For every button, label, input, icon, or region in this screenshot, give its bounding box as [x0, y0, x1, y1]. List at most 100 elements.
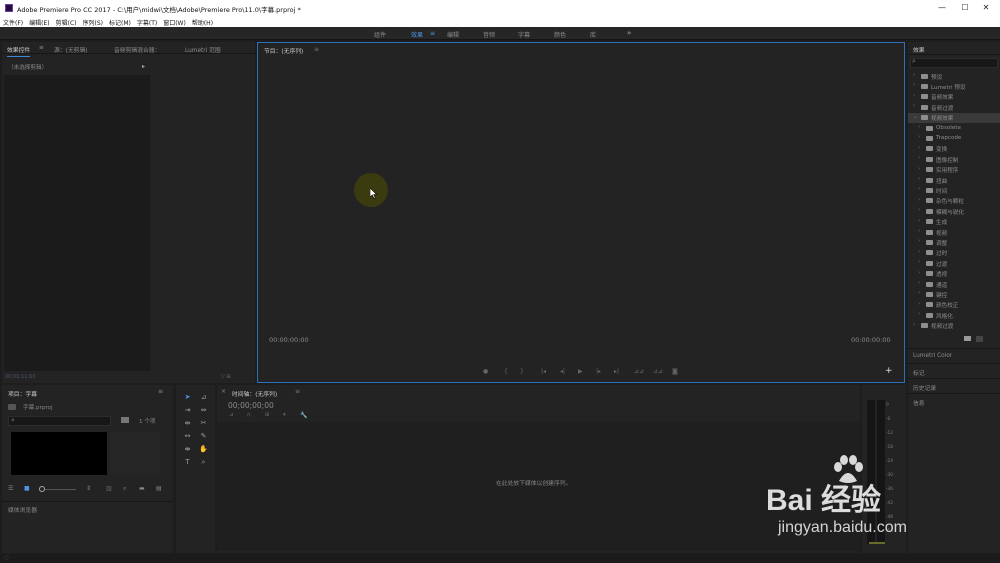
chevron-right-icon[interactable]: › — [918, 311, 920, 317]
razor-tool-icon[interactable]: ✂ — [199, 419, 208, 428]
timeline-settings-icon[interactable]: 🔧 — [300, 412, 307, 419]
effects-tree-item[interactable]: › 模糊与锐化 — [908, 206, 1000, 216]
project-menu-icon[interactable]: ≡ — [158, 388, 163, 395]
chevron-down-icon[interactable]: ⌄ — [913, 114, 918, 120]
tab-lumetri-scopes[interactable]: Lumetri 范围 — [185, 45, 221, 54]
mark-in-icon[interactable]: { — [504, 368, 508, 375]
chevron-right-icon[interactable]: › — [918, 207, 920, 213]
add-marker-timeline-icon[interactable]: ▾ — [283, 412, 286, 418]
menu-window[interactable]: 窗口(W) — [160, 16, 189, 27]
effects-tree-item[interactable]: › 音频效果 — [908, 92, 1000, 102]
section-info[interactable]: 信息 — [908, 393, 1000, 408]
chevron-right-icon[interactable]: › — [918, 301, 920, 307]
menu-title[interactable]: 字幕(T) — [134, 16, 160, 27]
effects-tree-item[interactable]: › Obsolete — [908, 123, 1000, 133]
effects-tree-item[interactable]: ⌄ 视频效果 — [908, 112, 1000, 123]
icon-view-icon[interactable]: ■ — [24, 485, 30, 492]
effects-tree-item[interactable]: › 预设 — [908, 71, 1000, 81]
chevron-right-icon[interactable]: › — [918, 280, 920, 286]
chevron-right-icon[interactable]: › — [918, 249, 920, 255]
rolling-edit-tool-icon[interactable]: ⇔ — [199, 406, 208, 415]
effects-tree-item[interactable]: › 透视 — [908, 269, 1000, 279]
effects-tree-item[interactable]: › 视频过渡 — [908, 321, 1000, 331]
effects-tree-item[interactable]: › 颜色校正 — [908, 300, 1000, 310]
chevron-right-icon[interactable]: › — [918, 155, 920, 161]
sort-icon[interactable]: ⇕ — [86, 485, 91, 492]
lift-icon[interactable]: ⊿⊿ — [634, 368, 644, 375]
effects-tree-item[interactable]: › 风格化 — [908, 310, 1000, 320]
effects-tree-item[interactable]: › 杂色与颗粒 — [908, 196, 1000, 206]
effects-tree-item[interactable]: › 通道 — [908, 279, 1000, 289]
tab-source[interactable]: 源：(无剪辑) — [54, 45, 88, 54]
zoom-slider[interactable] — [40, 489, 76, 490]
workspace-overflow-icon[interactable]: » — [627, 29, 631, 37]
expand-arrow-icon[interactable]: ▸ — [142, 63, 145, 70]
menu-file[interactable]: 文件(F) — [0, 16, 26, 27]
chevron-right-icon[interactable]: › — [918, 176, 920, 182]
export-frame-icon[interactable]: ◙ — [672, 368, 678, 375]
extract-icon[interactable]: ⊿⊿ — [653, 368, 663, 375]
timeline-timecode[interactable]: 00;00;00;00 — [228, 401, 274, 410]
go-to-in-icon[interactable]: |◂ — [541, 368, 546, 375]
program-playhead-timecode[interactable]: 00:00:00:00 — [269, 336, 309, 344]
effects-tree-item[interactable]: › 实用程序 — [908, 165, 1000, 175]
project-thumbnail[interactable] — [11, 432, 107, 475]
new-custom-bin-icon[interactable] — [964, 336, 971, 341]
effects-tree-item[interactable]: › 扭曲 — [908, 175, 1000, 185]
section-lumetri-color[interactable]: Lumetri Color — [908, 348, 1000, 363]
chevron-right-icon[interactable]: › — [913, 72, 915, 78]
zoom-tool-icon[interactable]: ⌕ — [199, 458, 208, 467]
zoom-slider-handle[interactable] — [39, 486, 45, 492]
ripple-edit-tool-icon[interactable]: ⇥ — [183, 406, 192, 415]
chevron-right-icon[interactable]: › — [918, 259, 920, 265]
mark-out-icon[interactable]: } — [520, 368, 524, 375]
workspace-tab-assembly[interactable]: 组件 — [374, 30, 386, 39]
play-icon[interactable]: ▶ — [578, 368, 583, 375]
workspace-tab-effects[interactable]: 效果 — [411, 30, 423, 39]
effects-tree-item[interactable]: › 过时 — [908, 248, 1000, 258]
step-back-icon[interactable]: ◂| — [560, 368, 565, 375]
chevron-right-icon[interactable]: › — [913, 322, 915, 328]
effects-tree-item[interactable]: › 视频 — [908, 227, 1000, 237]
add-marker-icon[interactable]: ● — [483, 368, 488, 375]
find-icon[interactable]: ⌕ — [123, 485, 126, 493]
menu-edit[interactable]: 编辑(E) — [26, 16, 52, 27]
pen-tool-icon[interactable]: ✎ — [199, 432, 208, 441]
slip-tool-icon[interactable]: ↔ — [183, 432, 192, 441]
automate-icon[interactable]: ▥ — [106, 485, 112, 492]
chevron-right-icon[interactable]: › — [918, 134, 920, 140]
type-tool-icon[interactable]: T — [183, 458, 192, 467]
menu-clip[interactable]: 剪辑(C) — [53, 16, 80, 27]
go-to-out-icon[interactable]: ▸| — [614, 368, 619, 375]
workspace-tab-audio[interactable]: 音频 — [483, 30, 495, 39]
new-item-icon[interactable]: ▤ — [156, 485, 162, 492]
effects-tree-item[interactable]: › 图像控制 — [908, 154, 1000, 164]
filter-icon[interactable]: ▽ ⊞ — [221, 374, 231, 380]
linked-selection-icon[interactable]: ⊞ — [265, 412, 270, 418]
workspace-tab-library[interactable]: 库 — [590, 30, 596, 39]
chevron-right-icon[interactable]: › — [918, 186, 920, 192]
new-bin-icon[interactable]: ▬ — [139, 485, 145, 492]
chevron-right-icon[interactable]: › — [918, 197, 920, 203]
program-menu-icon[interactable]: ≡ — [314, 46, 319, 53]
rate-stretch-tool-icon[interactable]: ⇹ — [183, 419, 192, 428]
chevron-right-icon[interactable]: › — [918, 270, 920, 276]
delete-effect-icon[interactable] — [976, 336, 983, 342]
menu-help[interactable]: 帮助(H) — [189, 16, 216, 27]
panel-menu-icon[interactable]: ≡ — [39, 45, 44, 51]
tab-effect-controls[interactable]: 效果控件 — [7, 45, 31, 57]
workspace-tab-editing[interactable]: 编辑 — [447, 30, 459, 39]
effects-tree-item[interactable]: › 过渡 — [908, 258, 1000, 268]
snap-icon[interactable]: ∩ — [247, 412, 251, 418]
effects-tree-item[interactable]: › Trapcode — [908, 133, 1000, 143]
timeline-menu-icon[interactable]: ≡ — [295, 388, 300, 395]
timeline-close-icon[interactable]: × — [221, 388, 226, 395]
chevron-right-icon[interactable]: › — [913, 93, 915, 99]
effects-tree-item[interactable]: › 调整 — [908, 237, 1000, 247]
effects-tree-item[interactable]: › 音频过渡 — [908, 102, 1000, 112]
nest-icon[interactable]: ⊿ — [229, 412, 234, 418]
effects-tree-item[interactable]: › Lumetri 预设 — [908, 81, 1000, 91]
effects-search-input[interactable] — [910, 58, 998, 68]
project-search-input[interactable] — [8, 416, 111, 426]
workspace-menu-icon[interactable]: ≡ — [430, 30, 435, 37]
